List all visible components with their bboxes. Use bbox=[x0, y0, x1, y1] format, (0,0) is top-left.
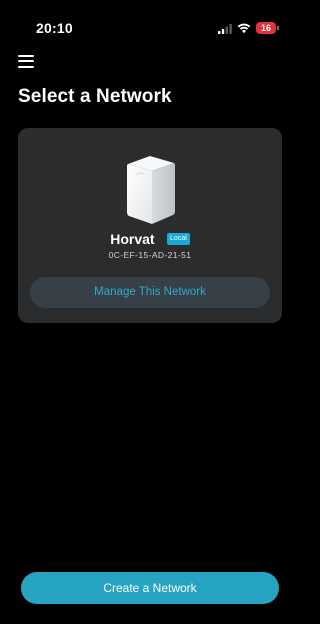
local-badge: Local bbox=[167, 232, 190, 245]
battery-tip bbox=[277, 26, 279, 30]
manage-network-button[interactable]: Manage This Network bbox=[30, 277, 270, 308]
status-time: 20:10 bbox=[36, 20, 73, 36]
cellular-signal-icon bbox=[218, 24, 232, 34]
hamburger-menu-icon[interactable] bbox=[18, 55, 34, 68]
mac-address: 0C-EF-15-AD-21-51 bbox=[108, 250, 192, 260]
battery-level: 16 bbox=[260, 23, 271, 33]
battery-indicator: 16 bbox=[256, 22, 276, 34]
create-network-button[interactable]: Create a Network bbox=[21, 572, 279, 604]
mesh-router-device-image bbox=[127, 156, 175, 224]
wifi-icon bbox=[237, 23, 251, 34]
network-name: Horvat bbox=[110, 230, 155, 247]
network-card[interactable]: Horvat Local 0C-EF-15-AD-21-51 Manage Th… bbox=[18, 128, 282, 323]
page-title: Select a Network bbox=[18, 86, 172, 107]
network-name-row: Horvat Local bbox=[18, 230, 282, 248]
status-bar: 20:10 16 bbox=[0, 0, 289, 46]
